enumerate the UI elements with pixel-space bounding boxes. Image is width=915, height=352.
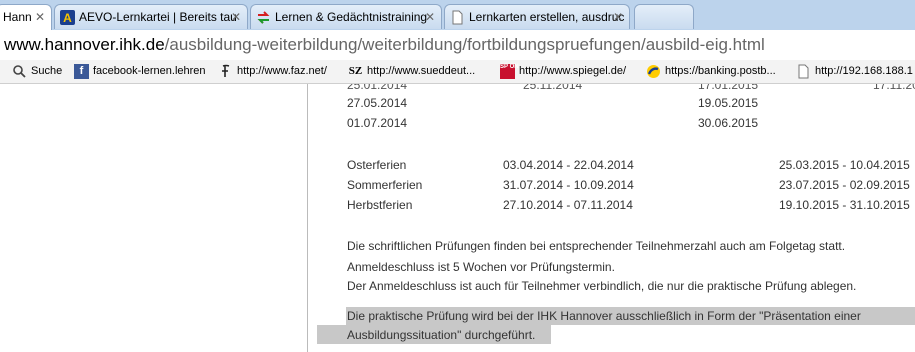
tab-bar: Hann ✕ A AEVO-Lernkartei | Bereits tau ✕…: [0, 0, 915, 31]
tab-label: Hann: [3, 10, 32, 24]
bookmark-faz[interactable]: http://www.faz.net/: [218, 63, 327, 80]
url-host: www.hannover.ihk.de: [4, 35, 165, 54]
search-icon: [13, 65, 26, 78]
ferien-2015: 19.10.2015 - 31.10.2015: [779, 198, 910, 212]
ferien-2015: 25.03.2015 - 10.04.2015: [779, 158, 910, 172]
tab-label: Lernen & Gedächtnistraining: [275, 10, 428, 24]
bookmark-label: http://192.168.188.1: [815, 65, 913, 77]
page-icon: [452, 10, 463, 25]
left-sidebar: [0, 84, 308, 352]
bookmark-label: https://banking.postb...: [665, 65, 776, 77]
facebook-icon: f: [74, 64, 89, 79]
new-tab-button[interactable]: [634, 4, 694, 29]
ferien-2015: 23.07.2015 - 02.09.2015: [779, 178, 910, 192]
ferien-2014: 27.10.2014 - 07.11.2014: [503, 198, 633, 212]
ferien-name: Herbstferien: [347, 198, 413, 212]
sz-icon: SZ: [348, 65, 363, 77]
date-cell: 01.07.2014: [347, 116, 408, 130]
tab-lernen[interactable]: Lernen & Gedächtnistraining ✕: [250, 4, 442, 29]
bookmark-suche[interactable]: Suche: [12, 63, 62, 80]
tab-label: AEVO-Lernkartei | Bereits tau: [79, 10, 237, 24]
ferien-2014: 03.04.2014 - 22.04.2014: [503, 158, 634, 172]
date-partial: 17.01.2015: [698, 84, 759, 92]
date-cell: 30.06.2015: [698, 116, 759, 130]
ferien-2014: 31.07.2014 - 10.09.2014: [503, 178, 634, 192]
note-line: Die schriftlichen Prüfungen finden bei e…: [347, 239, 846, 253]
tab-lernkarten[interactable]: Lernkarten erstellen, ausdruc ✕: [444, 4, 630, 29]
swap-arrows-icon: [257, 11, 270, 24]
date-partial: 25.11.2014: [523, 84, 583, 92]
close-icon[interactable]: ✕: [613, 10, 623, 24]
spiegel-icon: SP ON: [500, 64, 519, 79]
faz-icon: [222, 64, 230, 77]
close-icon[interactable]: ✕: [35, 10, 45, 24]
bookmark-label: Suche: [31, 65, 63, 77]
date-cell: 27.05.2014: [347, 96, 408, 110]
bookmark-label: http://www.spiegel.de/: [519, 65, 627, 77]
ferien-name: Sommerferien: [347, 178, 423, 192]
page-icon: [798, 64, 809, 79]
date-partial: 25.01.2014: [347, 84, 408, 92]
close-icon[interactable]: ✕: [231, 10, 241, 24]
url-path: /ausbildung-weiterbildung/weiterbildung/…: [164, 35, 765, 54]
tab-hannover[interactable]: Hann ✕: [0, 4, 52, 30]
bookmark-postbank[interactable]: https://banking.postb...: [646, 63, 776, 80]
date-partial: 17.11.2015: [873, 84, 915, 92]
highlighted-text[interactable]: Ausbildungssituation" durchgeführt.: [347, 328, 535, 342]
postbank-icon: [647, 65, 660, 78]
tab-aevo[interactable]: A AEVO-Lernkartei | Bereits tau ✕: [54, 4, 248, 29]
tab-label: Lernkarten erstellen, ausdruc: [469, 10, 625, 24]
bookmark-router[interactable]: http://192.168.188.1: [796, 63, 913, 80]
note-line: Der Anmeldeschluss ist auch für Teilnehm…: [347, 279, 857, 293]
highlighted-text[interactable]: Die praktische Prüfung wird bei der IHK …: [347, 309, 861, 323]
aevo-a-icon: A: [60, 10, 75, 25]
ferien-name: Osterferien: [347, 158, 407, 172]
url-text[interactable]: www.hannover.ihk.de/ausbildung-weiterbil…: [4, 35, 765, 55]
main-content: 25.01.2014 25.11.2014 17.01.2015 17.11.2…: [308, 84, 915, 352]
close-icon[interactable]: ✕: [425, 10, 435, 24]
bookmark-label: http://www.faz.net/: [237, 65, 327, 77]
address-bar[interactable]: www.hannover.ihk.de/ausbildung-weiterbil…: [0, 30, 915, 61]
bookmark-label: http://www.sueddeut...: [367, 65, 476, 77]
bookmark-sueddeutsche[interactable]: SZ http://www.sueddeut...: [348, 63, 475, 80]
bookmark-facebook[interactable]: f facebook-lernen.lehren: [74, 63, 206, 80]
date-cell: 19.05.2015: [698, 96, 759, 110]
note-line: Anmeldeschluss ist 5 Wochen vor Prüfungs…: [347, 260, 615, 274]
bookmark-spiegel[interactable]: SP ON http://www.spiegel.de/: [500, 63, 626, 80]
bookmarks-bar: Suche f facebook-lernen.lehren http://ww…: [0, 60, 915, 84]
bookmark-label: facebook-lernen.lehren: [93, 65, 206, 77]
svg-text:A: A: [63, 11, 72, 25]
